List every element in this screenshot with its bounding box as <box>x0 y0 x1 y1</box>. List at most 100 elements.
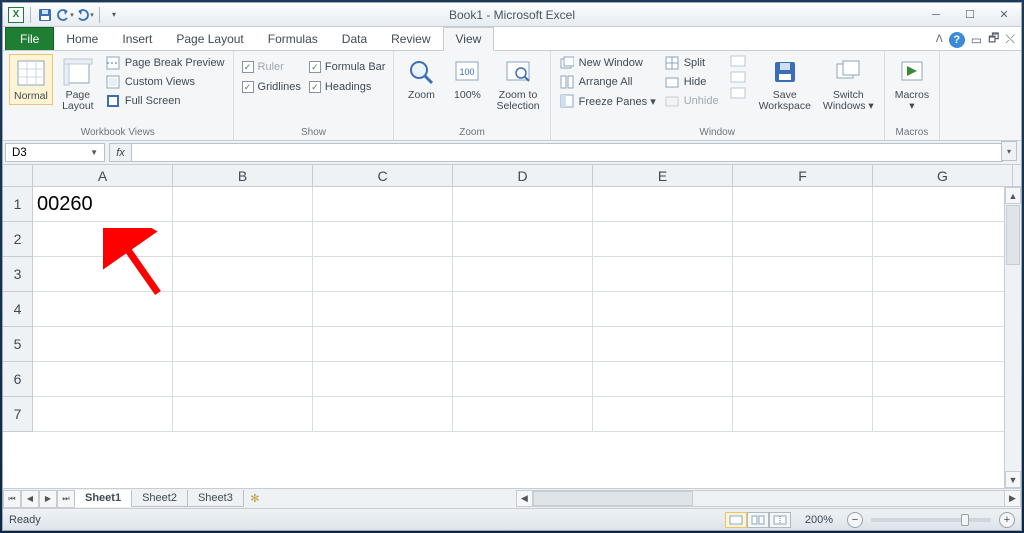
help-icon[interactable]: ? <box>949 32 965 48</box>
column-header[interactable]: B <box>173 165 313 186</box>
zoom-in-button[interactable]: + <box>999 512 1015 528</box>
side-by-side-icons[interactable] <box>729 54 747 102</box>
doc-close-icon[interactable]: ⤬ <box>1005 32 1015 47</box>
tab-formulas[interactable]: Formulas <box>256 28 330 50</box>
cell[interactable] <box>453 187 593 221</box>
row-header[interactable]: 5 <box>3 327 33 362</box>
cell-a1[interactable]: 00260 <box>33 187 173 221</box>
tab-file[interactable]: File <box>5 27 54 50</box>
qat-save-button[interactable] <box>36 6 54 24</box>
custom-views-button[interactable]: Custom Views <box>103 73 227 91</box>
tab-data[interactable]: Data <box>330 28 379 50</box>
cell[interactable] <box>733 397 873 431</box>
save-workspace-button[interactable]: Save Workspace <box>755 54 815 114</box>
cell[interactable] <box>593 257 733 291</box>
chevron-down-icon[interactable]: ▼ <box>90 148 98 157</box>
scroll-down-icon[interactable]: ▼ <box>1005 471 1021 488</box>
sheet-tab-3[interactable]: Sheet3 <box>187 490 244 507</box>
next-sheet-button[interactable]: ▶ <box>39 490 57 508</box>
first-sheet-button[interactable]: ⏮ <box>3 490 21 508</box>
tab-review[interactable]: Review <box>379 28 442 50</box>
cell[interactable] <box>733 222 873 256</box>
doc-restore-icon[interactable]: 🗗 <box>988 29 999 50</box>
cell[interactable] <box>873 362 1013 396</box>
cell[interactable] <box>873 257 1013 291</box>
cell[interactable] <box>313 397 453 431</box>
cell[interactable] <box>453 362 593 396</box>
row-header[interactable]: 3 <box>3 257 33 292</box>
name-box[interactable]: D3▼ <box>5 143 105 162</box>
qat-customize-button[interactable]: ▾ <box>105 6 123 24</box>
cell[interactable] <box>453 222 593 256</box>
cell[interactable] <box>33 327 173 361</box>
cell[interactable] <box>873 397 1013 431</box>
cell[interactable] <box>173 187 313 221</box>
prev-sheet-button[interactable]: ◀ <box>21 490 39 508</box>
cell[interactable] <box>313 292 453 326</box>
headings-checkbox[interactable]: ✓Headings <box>307 80 388 94</box>
view-page-break-icon[interactable] <box>769 512 791 528</box>
cell[interactable] <box>593 292 733 326</box>
sheet-tab-2[interactable]: Sheet2 <box>131 490 188 507</box>
formula-bar-checkbox[interactable]: ✓Formula Bar <box>307 60 388 74</box>
column-header[interactable]: E <box>593 165 733 186</box>
zoom-level[interactable]: 200% <box>799 514 839 526</box>
page-break-preview-button[interactable]: Page Break Preview <box>103 54 227 72</box>
minimize-button[interactable]: ─ <box>919 5 953 25</box>
split-button[interactable]: Split <box>662 54 721 72</box>
expand-formula-bar-button[interactable]: ▾ <box>1001 141 1017 161</box>
macros-button[interactable]: Macros ▾ <box>891 54 933 114</box>
insert-function-icon[interactable]: fx <box>109 143 131 162</box>
scroll-left-icon[interactable]: ◀ <box>516 490 533 507</box>
cell[interactable] <box>873 222 1013 256</box>
zoom-to-selection-button[interactable]: Zoom to Selection <box>492 54 543 114</box>
cell[interactable] <box>593 222 733 256</box>
normal-view-button[interactable]: Normal <box>9 54 53 105</box>
minimize-ribbon-icon[interactable]: ᐱ <box>936 34 943 45</box>
arrange-all-button[interactable]: Arrange All <box>557 73 658 91</box>
zoom-slider[interactable] <box>871 518 991 522</box>
cell[interactable] <box>313 362 453 396</box>
horizontal-scrollbar[interactable]: ◀ ▶ <box>516 490 1021 507</box>
cell[interactable] <box>733 362 873 396</box>
select-all-corner[interactable] <box>3 165 33 186</box>
qat-undo-button[interactable]: ▾ <box>56 6 74 24</box>
column-header[interactable]: G <box>873 165 1013 186</box>
qat-redo-button[interactable]: ▾ <box>76 6 94 24</box>
cell[interactable] <box>873 292 1013 326</box>
row-header[interactable]: 6 <box>3 362 33 397</box>
cell[interactable] <box>33 362 173 396</box>
cell[interactable] <box>453 292 593 326</box>
cell[interactable] <box>593 362 733 396</box>
cell[interactable] <box>873 327 1013 361</box>
freeze-panes-button[interactable]: Freeze Panes ▾ <box>557 92 658 110</box>
cell[interactable] <box>173 397 313 431</box>
zoom-slider-knob[interactable] <box>961 514 969 526</box>
scroll-thumb[interactable] <box>1006 205 1020 265</box>
row-header[interactable]: 2 <box>3 222 33 257</box>
cell[interactable] <box>33 397 173 431</box>
cell[interactable] <box>33 222 173 256</box>
column-header[interactable]: C <box>313 165 453 186</box>
row-header[interactable]: 4 <box>3 292 33 327</box>
scroll-up-icon[interactable]: ▲ <box>1005 187 1021 204</box>
view-normal-icon[interactable] <box>725 512 747 528</box>
zoom-100-button[interactable]: 100100% <box>446 54 488 103</box>
cell[interactable] <box>593 397 733 431</box>
cell[interactable] <box>733 292 873 326</box>
cell[interactable] <box>173 257 313 291</box>
hide-button[interactable]: Hide <box>662 73 721 91</box>
column-header[interactable]: D <box>453 165 593 186</box>
new-window-button[interactable]: New Window <box>557 54 658 72</box>
cell[interactable] <box>453 327 593 361</box>
switch-windows-button[interactable]: Switch Windows ▾ <box>819 54 878 114</box>
cell[interactable] <box>33 257 173 291</box>
column-header[interactable]: F <box>733 165 873 186</box>
cell[interactable] <box>33 292 173 326</box>
close-button[interactable]: ✕ <box>987 5 1021 25</box>
cell[interactable] <box>593 327 733 361</box>
cell[interactable] <box>173 222 313 256</box>
zoom-out-button[interactable]: − <box>847 512 863 528</box>
cell[interactable] <box>733 327 873 361</box>
tab-page-layout[interactable]: Page Layout <box>164 28 255 50</box>
